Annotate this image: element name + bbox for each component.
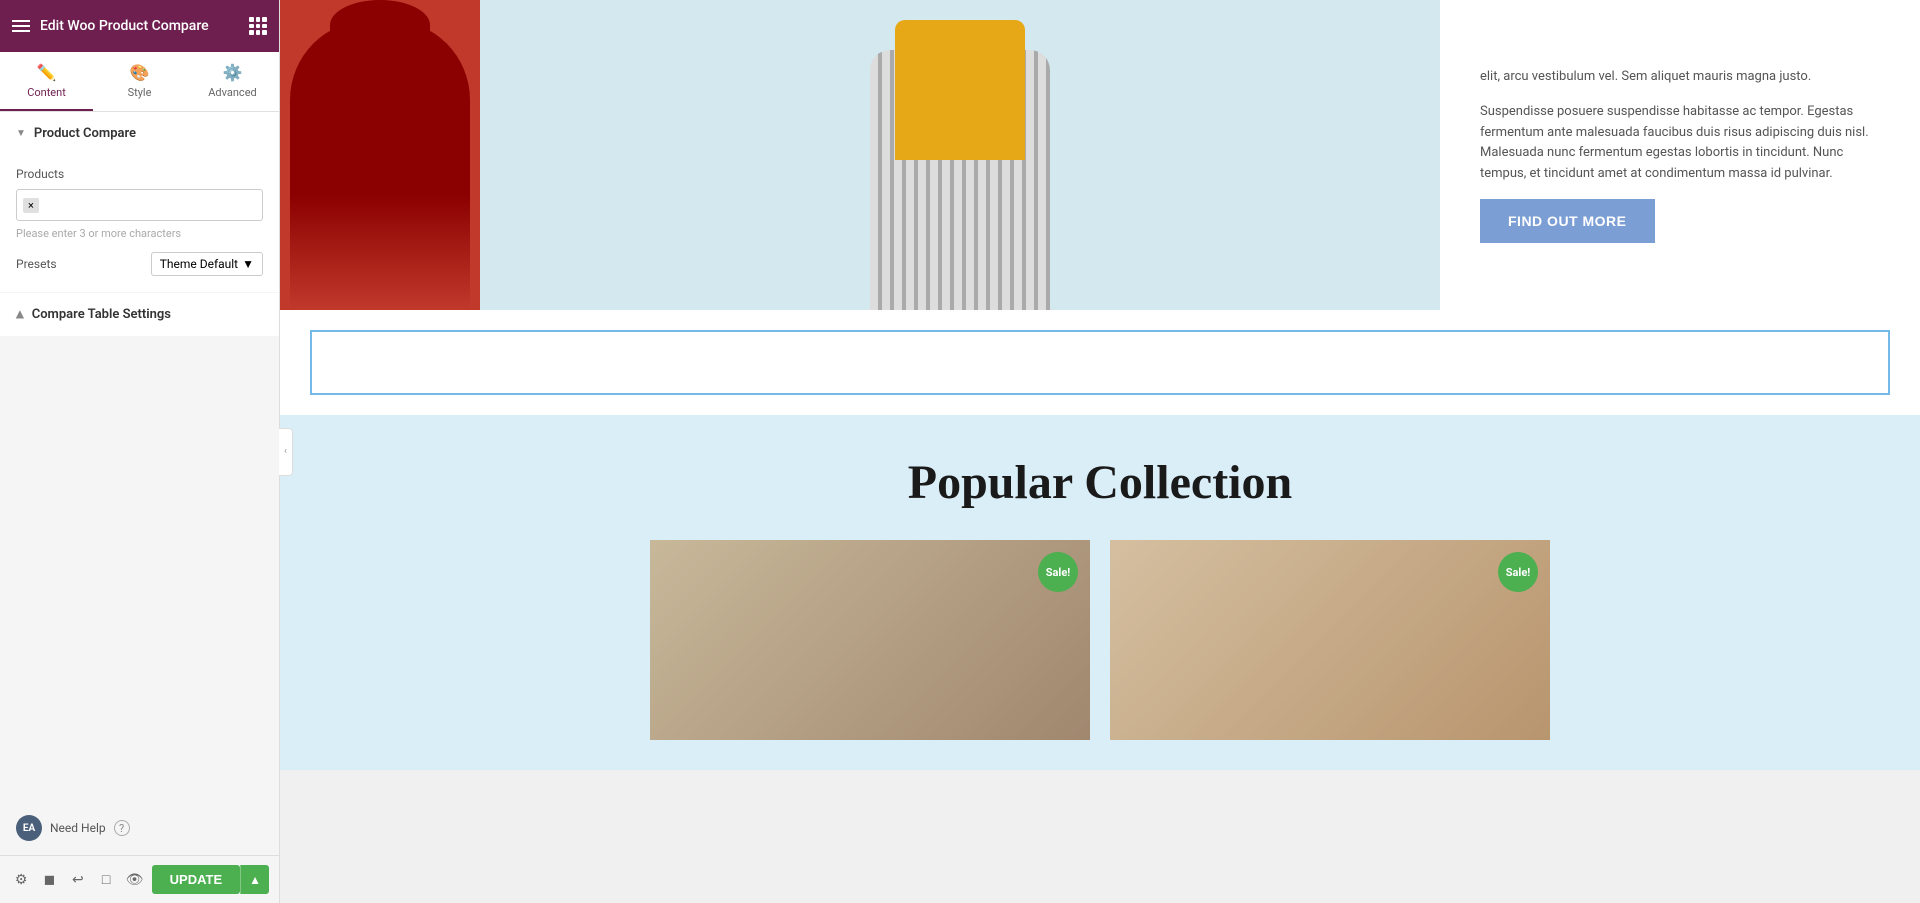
presets-value: Theme Default [160, 257, 238, 271]
need-help-label: Need Help [50, 821, 106, 835]
yellow-top [895, 20, 1025, 160]
tabs-bar: ✏️ Content 🎨 Style ⚙️ Advanced [0, 52, 279, 112]
advanced-tab-icon: ⚙️ [223, 63, 243, 82]
hero-text-2: Suspendisse posuere suspendisse habitass… [1480, 102, 1880, 185]
hero-section: elit, arcu vestibulum vel. Sem aliquet m… [280, 0, 1920, 310]
product-compare-body: Products × Please enter 3 or more charac… [0, 155, 279, 292]
presets-select[interactable]: Theme Default ▼ [151, 252, 263, 276]
responsive-icon[interactable]: □ [95, 866, 117, 894]
tab-content[interactable]: ✏️ Content [0, 52, 93, 111]
fashion-hat-brim [310, 40, 450, 55]
editor-title: Edit Woo Product Compare [40, 18, 239, 34]
tab-advanced[interactable]: ⚙️ Advanced [186, 52, 279, 111]
ea-badge-text: EA [23, 823, 35, 834]
sale-badge-2: Sale! [1498, 552, 1538, 592]
bottom-bar: ⚙ ◼ ↩ □ 👁 UPDATE ▲ [0, 855, 279, 903]
menu-icon[interactable] [12, 20, 30, 32]
products-row: Sale! Sale! [310, 540, 1890, 740]
product-image-1 [650, 540, 1090, 740]
fashion-figure-left [290, 20, 470, 310]
products-field-label: Products [16, 167, 263, 181]
grid-icon[interactable] [249, 17, 267, 35]
product-compare-label: Product Compare [34, 126, 136, 141]
presets-row: Presets Theme Default ▼ [16, 252, 263, 276]
page-content: elit, arcu vestibulum vel. Sem aliquet m… [280, 0, 1920, 770]
panel-content: ▼ Product Compare Products × Please ente… [0, 112, 279, 801]
collapse-chevron-icon: ‹ [284, 446, 287, 457]
product-compare-header[interactable]: ▼ Product Compare [0, 112, 279, 155]
content-tab-label: Content [27, 86, 66, 99]
tag-remove-icon[interactable]: × [28, 199, 34, 212]
tag-input-hint: Please enter 3 or more characters [16, 227, 263, 240]
hero-image-left [280, 0, 480, 310]
hero-text-right: elit, arcu vestibulum vel. Sem aliquet m… [1440, 0, 1920, 310]
chevron-right-icon: ▶ [14, 311, 25, 319]
product-card-2: Sale! [1110, 540, 1550, 740]
tab-style[interactable]: 🎨 Style [93, 52, 186, 111]
preview-icon[interactable]: 👁 [123, 866, 145, 894]
need-help[interactable]: EA Need Help ? [0, 801, 279, 855]
fashion-center [850, 0, 1070, 310]
content-tab-icon: ✏️ [37, 63, 57, 82]
popular-collection-title: Popular Collection [310, 455, 1890, 510]
collapse-panel-handle[interactable]: ‹ [279, 428, 293, 476]
chevron-down-icon: ▼ [16, 128, 26, 139]
find-out-more-button[interactable]: FIND OUT MORE [1480, 199, 1655, 243]
ea-badge: EA [16, 815, 42, 841]
top-bar: Edit Woo Product Compare [0, 0, 279, 52]
compare-table-settings-header[interactable]: ▶ Compare Table Settings [0, 293, 279, 336]
style-tab-label: Style [128, 86, 152, 99]
products-tag-input[interactable]: × [16, 189, 263, 221]
update-button[interactable]: UPDATE [152, 865, 240, 894]
advanced-tab-label: Advanced [208, 86, 256, 99]
left-panel: Edit Woo Product Compare ✏️ Content 🎨 St… [0, 0, 280, 903]
compare-widget-placeholder[interactable] [310, 330, 1890, 395]
help-icon-text: ? [119, 822, 124, 835]
update-group: UPDATE ▲ [152, 865, 269, 894]
compare-table-settings-label: Compare Table Settings [32, 307, 171, 322]
settings-icon[interactable]: ⚙ [10, 866, 32, 894]
style-tab-icon: 🎨 [130, 63, 150, 82]
hero-text-1: elit, arcu vestibulum vel. Sem aliquet m… [1480, 67, 1880, 88]
undo-icon[interactable]: ↩ [67, 866, 89, 894]
help-question-icon[interactable]: ? [114, 820, 130, 836]
product-tag: × [23, 198, 39, 213]
product-image-2 [1110, 540, 1550, 740]
canvas-area[interactable]: elit, arcu vestibulum vel. Sem aliquet m… [280, 0, 1920, 903]
popular-section: Popular Collection Sale! Sale! [280, 415, 1920, 770]
chevron-down-icon: ▼ [242, 257, 254, 271]
presets-label: Presets [16, 257, 57, 271]
compare-table-settings-section: ▶ Compare Table Settings [0, 293, 279, 336]
product-card-1: Sale! [650, 540, 1090, 740]
layers-icon[interactable]: ◼ [38, 866, 60, 894]
sale-badge-1: Sale! [1038, 552, 1078, 592]
update-arrow-button[interactable]: ▲ [240, 865, 269, 894]
product-compare-section: ▼ Product Compare Products × Please ente… [0, 112, 279, 292]
hero-image-center [480, 0, 1440, 310]
